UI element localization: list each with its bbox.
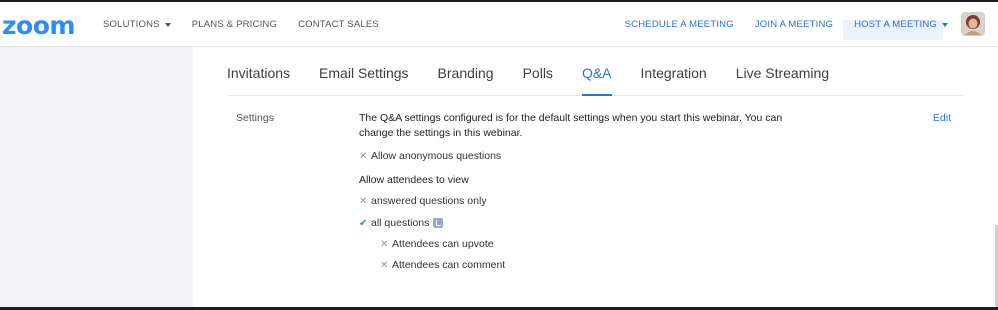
host-meeting-label: HOST A MEETING <box>854 19 937 30</box>
nav-plans-pricing[interactable]: PLANS & PRICING <box>192 19 277 30</box>
schedule-meeting-link[interactable]: SCHEDULE A MEETING <box>625 19 734 30</box>
tab-invitations[interactable]: Invitations <box>227 47 290 95</box>
join-meeting-link[interactable]: JOIN A MEETING <box>755 19 833 30</box>
option-all-questions-label: all questions <box>371 217 430 229</box>
enabled-check-icon: ✔ <box>359 217 368 229</box>
top-navigation-bar: zoom SOLUTIONS PLANS & PRICING CONTACT S… <box>0 0 998 47</box>
option-allow-anonymous: ✕ Allow anonymous questions <box>359 150 501 162</box>
tab-branding[interactable]: Branding <box>438 47 494 95</box>
join-meeting-label: JOIN A MEETING <box>754 19 834 30</box>
attendees-view-heading: Allow attendees to view <box>359 174 469 186</box>
option-answered-only-label: answered questions only <box>371 195 487 207</box>
option-all-questions: ✔ all questions <box>359 217 444 229</box>
option-can-comment-label: Attendees can comment <box>392 259 506 271</box>
avatar-photo-icon <box>962 13 984 35</box>
edit-link[interactable]: Edit <box>933 112 951 124</box>
chevron-down-icon <box>164 22 171 27</box>
info-badge-icon[interactable] <box>433 218 444 228</box>
nav-solutions[interactable]: SOLUTIONS <box>103 19 171 30</box>
settings-tabs: Invitations Email Settings Branding Poll… <box>227 47 963 96</box>
disabled-x-icon: ✕ <box>359 195 368 207</box>
settings-section-label: Settings <box>236 112 274 124</box>
zoom-logo[interactable]: zoom <box>2 11 75 40</box>
webinar-settings-panel: Invitations Email Settings Branding Poll… <box>193 47 998 307</box>
tab-integration[interactable]: Integration <box>641 47 707 95</box>
disabled-x-icon: ✕ <box>380 259 389 271</box>
host-meeting-dropdown[interactable]: HOST A MEETING <box>854 19 948 30</box>
user-avatar[interactable] <box>961 12 985 36</box>
option-allow-anonymous-label: Allow anonymous questions <box>371 150 502 162</box>
nav-contact-sales[interactable]: CONTACT SALES <box>298 19 379 30</box>
qa-settings-description: The Q&A settings configured is for the d… <box>359 112 783 139</box>
disabled-x-icon: ✕ <box>380 238 389 250</box>
option-can-upvote: ✕ Attendees can upvote <box>380 238 494 250</box>
tab-email-settings[interactable]: Email Settings <box>319 47 408 95</box>
nav-solutions-label: SOLUTIONS <box>103 19 160 30</box>
tab-live-streaming[interactable]: Live Streaming <box>736 47 829 95</box>
option-can-comment: ✕ Attendees can comment <box>380 259 505 271</box>
tab-polls[interactable]: Polls <box>523 47 553 95</box>
option-can-upvote-label: Attendees can upvote <box>392 238 494 250</box>
nav-contact-sales-label: CONTACT SALES <box>298 19 379 30</box>
tab-qa[interactable]: Q&A <box>581 47 612 96</box>
schedule-meeting-label: SCHEDULE A MEETING <box>624 19 734 30</box>
nav-plans-pricing-label: PLANS & PRICING <box>191 19 278 30</box>
primary-nav: SOLUTIONS PLANS & PRICING CONTACT SALES <box>103 19 400 30</box>
chevron-down-icon <box>942 22 948 27</box>
left-sidebar-panel <box>0 47 193 307</box>
option-answered-only: ✕ answered questions only <box>359 195 487 207</box>
disabled-x-icon: ✕ <box>359 150 368 162</box>
meeting-nav: SCHEDULE A MEETING JOIN A MEETING HOST A… <box>604 19 948 30</box>
